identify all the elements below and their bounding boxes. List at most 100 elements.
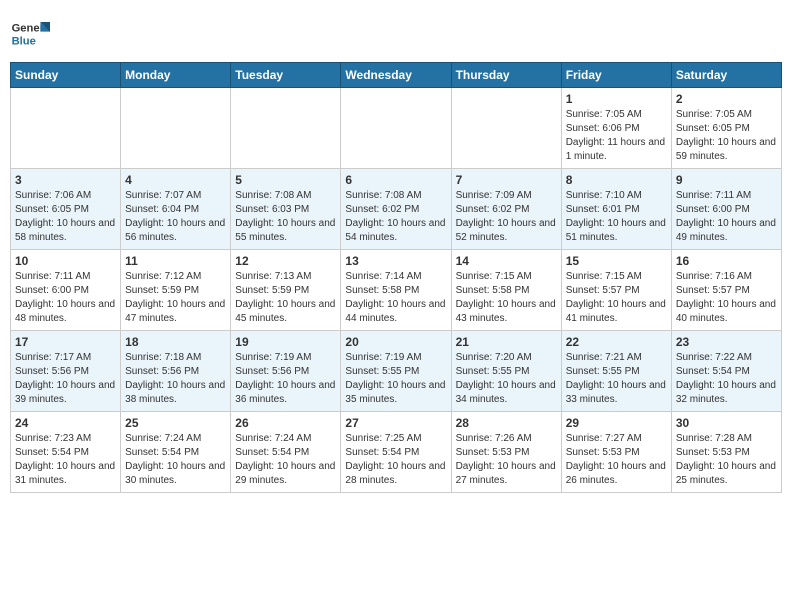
day-info: Sunrise: 7:08 AM Sunset: 6:03 PM Dayligh… — [235, 189, 336, 245]
day-info: Sunrise: 7:11 AM Sunset: 6:00 PM Dayligh… — [676, 189, 777, 245]
calendar-cell: 21 Sunrise: 7:20 AM Sunset: 5:55 PM Dayli… — [451, 331, 561, 412]
weekday-header-tuesday: Tuesday — [231, 63, 341, 88]
calendar-week-row: 3 Sunrise: 7:06 AM Sunset: 6:05 PM Daylig… — [11, 169, 782, 250]
calendar-cell: 16 Sunrise: 7:16 AM Sunset: 5:57 PM Dayli… — [671, 250, 781, 331]
weekday-header-wednesday: Wednesday — [341, 63, 451, 88]
calendar-cell: 27 Sunrise: 7:25 AM Sunset: 5:54 PM Dayli… — [341, 412, 451, 493]
calendar-cell: 6 Sunrise: 7:08 AM Sunset: 6:02 PM Daylig… — [341, 169, 451, 250]
calendar-cell: 3 Sunrise: 7:06 AM Sunset: 6:05 PM Daylig… — [11, 169, 121, 250]
calendar-cell: 28 Sunrise: 7:26 AM Sunset: 5:53 PM Dayli… — [451, 412, 561, 493]
day-number: 15 — [566, 254, 667, 268]
day-number: 11 — [125, 254, 226, 268]
calendar-cell: 14 Sunrise: 7:15 AM Sunset: 5:58 PM Dayli… — [451, 250, 561, 331]
day-info: Sunrise: 7:05 AM Sunset: 6:05 PM Dayligh… — [676, 108, 777, 164]
day-info: Sunrise: 7:12 AM Sunset: 5:59 PM Dayligh… — [125, 270, 226, 326]
calendar-cell: 20 Sunrise: 7:19 AM Sunset: 5:55 PM Dayli… — [341, 331, 451, 412]
day-number: 19 — [235, 335, 336, 349]
calendar-week-row: 1 Sunrise: 7:05 AM Sunset: 6:06 PM Daylig… — [11, 88, 782, 169]
day-number: 30 — [676, 416, 777, 430]
day-number: 25 — [125, 416, 226, 430]
day-number: 5 — [235, 173, 336, 187]
day-number: 12 — [235, 254, 336, 268]
day-info: Sunrise: 7:28 AM Sunset: 5:53 PM Dayligh… — [676, 432, 777, 488]
weekday-header-thursday: Thursday — [451, 63, 561, 88]
day-number: 27 — [345, 416, 446, 430]
day-info: Sunrise: 7:11 AM Sunset: 6:00 PM Dayligh… — [15, 270, 116, 326]
calendar-cell: 12Sunrise: 7:13 AM Sunset: 5:59 PM Dayli… — [231, 250, 341, 331]
calendar-cell: 23 Sunrise: 7:22 AM Sunset: 5:54 PM Dayli… — [671, 331, 781, 412]
day-number: 3 — [15, 173, 116, 187]
calendar-header-row: SundayMondayTuesdayWednesdayThursdayFrid… — [11, 63, 782, 88]
day-info: Sunrise: 7:24 AM Sunset: 5:54 PM Dayligh… — [235, 432, 336, 488]
weekday-header-sunday: Sunday — [11, 63, 121, 88]
calendar-cell: 24 Sunrise: 7:23 AM Sunset: 5:54 PM Dayli… — [11, 412, 121, 493]
calendar-cell: 2 Sunrise: 7:05 AM Sunset: 6:05 PM Daylig… — [671, 88, 781, 169]
day-info: Sunrise: 7:21 AM Sunset: 5:55 PM Dayligh… — [566, 351, 667, 407]
weekday-header-monday: Monday — [121, 63, 231, 88]
logo: General Blue — [10, 14, 54, 54]
day-info: Sunrise: 7:16 AM Sunset: 5:57 PM Dayligh… — [676, 270, 777, 326]
day-number: 13 — [345, 254, 446, 268]
day-info: Sunrise: 7:17 AM Sunset: 5:56 PM Dayligh… — [15, 351, 116, 407]
weekday-header-friday: Friday — [561, 63, 671, 88]
calendar-cell: 5 Sunrise: 7:08 AM Sunset: 6:03 PM Daylig… — [231, 169, 341, 250]
calendar-cell: 18Sunrise: 7:18 AM Sunset: 5:56 PM Dayli… — [121, 331, 231, 412]
calendar-cell: 29 Sunrise: 7:27 AM Sunset: 5:53 PM Dayli… — [561, 412, 671, 493]
day-info: Sunrise: 7:05 AM Sunset: 6:06 PM Dayligh… — [566, 108, 667, 164]
day-info: Sunrise: 7:25 AM Sunset: 5:54 PM Dayligh… — [345, 432, 446, 488]
calendar-cell: 9 Sunrise: 7:11 AM Sunset: 6:00 PM Daylig… — [671, 169, 781, 250]
day-info: Sunrise: 7:14 AM Sunset: 5:58 PM Dayligh… — [345, 270, 446, 326]
day-number: 14 — [456, 254, 557, 268]
calendar-table: SundayMondayTuesdayWednesdayThursdayFrid… — [10, 62, 782, 493]
day-info: Sunrise: 7:27 AM Sunset: 5:53 PM Dayligh… — [566, 432, 667, 488]
calendar-cell — [11, 88, 121, 169]
calendar-cell: 19 Sunrise: 7:19 AM Sunset: 5:56 PM Dayli… — [231, 331, 341, 412]
page-header: General Blue — [10, 10, 782, 54]
day-info: Sunrise: 7:09 AM Sunset: 6:02 PM Dayligh… — [456, 189, 557, 245]
calendar-cell — [121, 88, 231, 169]
day-number: 16 — [676, 254, 777, 268]
calendar-cell: 1 Sunrise: 7:05 AM Sunset: 6:06 PM Daylig… — [561, 88, 671, 169]
day-info: Sunrise: 7:19 AM Sunset: 5:56 PM Dayligh… — [235, 351, 336, 407]
day-number: 6 — [345, 173, 446, 187]
day-number: 2 — [676, 92, 777, 106]
day-info: Sunrise: 7:08 AM Sunset: 6:02 PM Dayligh… — [345, 189, 446, 245]
calendar-cell: 8Sunrise: 7:10 AM Sunset: 6:01 PM Daylig… — [561, 169, 671, 250]
svg-text:Blue: Blue — [12, 35, 36, 47]
day-number: 28 — [456, 416, 557, 430]
day-info: Sunrise: 7:19 AM Sunset: 5:55 PM Dayligh… — [345, 351, 446, 407]
day-number: 20 — [345, 335, 446, 349]
day-number: 23 — [676, 335, 777, 349]
day-number: 21 — [456, 335, 557, 349]
calendar-week-row: 10Sunrise: 7:11 AM Sunset: 6:00 PM Dayli… — [11, 250, 782, 331]
calendar-cell: 4Sunrise: 7:07 AM Sunset: 6:04 PM Daylig… — [121, 169, 231, 250]
day-number: 17 — [15, 335, 116, 349]
calendar-cell: 13 Sunrise: 7:14 AM Sunset: 5:58 PM Dayli… — [341, 250, 451, 331]
calendar-cell: 17 Sunrise: 7:17 AM Sunset: 5:56 PM Dayli… — [11, 331, 121, 412]
calendar-cell — [341, 88, 451, 169]
day-info: Sunrise: 7:15 AM Sunset: 5:57 PM Dayligh… — [566, 270, 667, 326]
day-info: Sunrise: 7:20 AM Sunset: 5:55 PM Dayligh… — [456, 351, 557, 407]
calendar-cell: 25 Sunrise: 7:24 AM Sunset: 5:54 PM Dayli… — [121, 412, 231, 493]
day-number: 18 — [125, 335, 226, 349]
calendar-cell — [451, 88, 561, 169]
calendar-cell: 22Sunrise: 7:21 AM Sunset: 5:55 PM Dayli… — [561, 331, 671, 412]
calendar-week-row: 17 Sunrise: 7:17 AM Sunset: 5:56 PM Dayli… — [11, 331, 782, 412]
day-info: Sunrise: 7:24 AM Sunset: 5:54 PM Dayligh… — [125, 432, 226, 488]
day-number: 9 — [676, 173, 777, 187]
day-info: Sunrise: 7:10 AM Sunset: 6:01 PM Dayligh… — [566, 189, 667, 245]
day-info: Sunrise: 7:15 AM Sunset: 5:58 PM Dayligh… — [456, 270, 557, 326]
day-number: 7 — [456, 173, 557, 187]
logo-icon: General Blue — [10, 14, 50, 54]
day-number: 29 — [566, 416, 667, 430]
day-number: 24 — [15, 416, 116, 430]
day-info: Sunrise: 7:22 AM Sunset: 5:54 PM Dayligh… — [676, 351, 777, 407]
calendar-week-row: 24 Sunrise: 7:23 AM Sunset: 5:54 PM Dayli… — [11, 412, 782, 493]
day-info: Sunrise: 7:26 AM Sunset: 5:53 PM Dayligh… — [456, 432, 557, 488]
calendar-cell: 7 Sunrise: 7:09 AM Sunset: 6:02 PM Daylig… — [451, 169, 561, 250]
day-number: 1 — [566, 92, 667, 106]
day-info: Sunrise: 7:06 AM Sunset: 6:05 PM Dayligh… — [15, 189, 116, 245]
calendar-cell: 26Sunrise: 7:24 AM Sunset: 5:54 PM Dayli… — [231, 412, 341, 493]
calendar-cell: 11 Sunrise: 7:12 AM Sunset: 5:59 PM Dayli… — [121, 250, 231, 331]
day-info: Sunrise: 7:23 AM Sunset: 5:54 PM Dayligh… — [15, 432, 116, 488]
